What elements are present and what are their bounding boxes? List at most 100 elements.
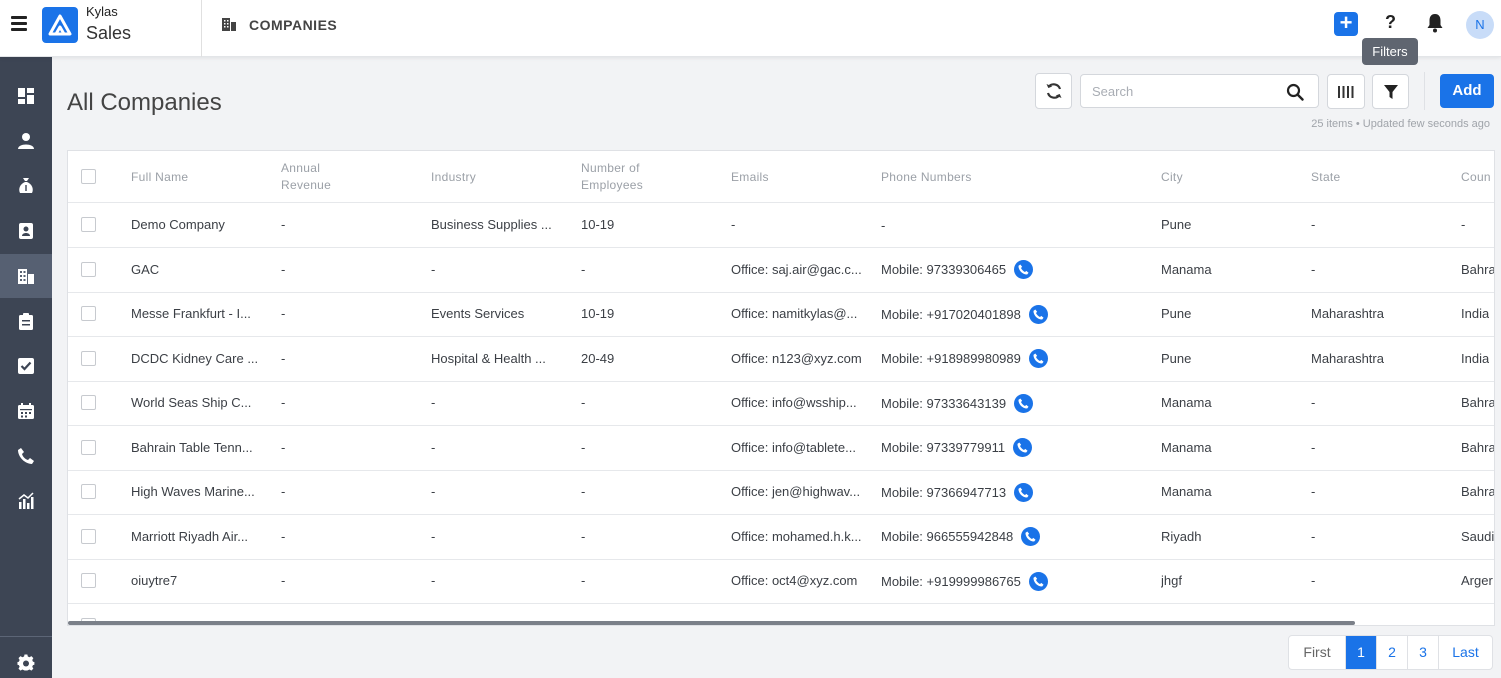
notification-bell-icon[interactable] — [1426, 13, 1444, 33]
cell-name[interactable]: DCDC Kidney Care ... — [131, 337, 258, 381]
filters-button[interactable] — [1372, 74, 1409, 109]
table-row[interactable]: Messe Frankfurt - I... - Events Services 10… — [68, 292, 1494, 337]
row-checkbox[interactable] — [81, 528, 96, 544]
cell-email: Office: namitkylas@... — [731, 306, 858, 321]
cell-name[interactable]: Marriott Riyadh Air... — [131, 515, 248, 559]
columns-button[interactable] — [1327, 74, 1365, 109]
call-icon[interactable] — [1028, 571, 1048, 591]
select-all-checkbox[interactable] — [81, 169, 96, 184]
row-checkbox[interactable] — [81, 439, 96, 455]
call-icon[interactable] — [1028, 349, 1048, 368]
call-icon[interactable] — [1014, 260, 1034, 279]
sidebar-item-tasks[interactable] — [0, 299, 52, 343]
sidebar — [0, 57, 52, 678]
cell-name[interactable]: Bahrain Table Tenn... — [131, 426, 253, 470]
table-row[interactable]: oiuytre7 - - - Office: oct4@xyz.com Mobile: +… — [68, 559, 1494, 604]
row-checkbox[interactable] — [81, 217, 96, 232]
sidebar-item-companies[interactable] — [0, 254, 52, 298]
sidebar-item-reports[interactable] — [0, 479, 52, 523]
cell-name[interactable]: Demo Company — [131, 203, 225, 247]
pagination-page-3[interactable]: 3 — [1407, 636, 1438, 669]
row-checkbox[interactable] — [81, 350, 96, 366]
column-header[interactable]: Emails — [731, 151, 769, 203]
sidebar-item-calls[interactable] — [0, 434, 52, 478]
call-icon[interactable] — [1021, 527, 1041, 546]
column-header-label: Annual Revenue — [281, 160, 331, 194]
search-input[interactable] — [1092, 75, 1282, 107]
columns-icon — [1338, 85, 1354, 98]
table-row[interactable]: World Seas Ship C... - - - Office: info@wssh… — [68, 381, 1494, 426]
hamburger-menu-icon[interactable] — [11, 16, 27, 32]
cell-name[interactable]: World Seas Ship C... — [131, 381, 251, 425]
pagination-first[interactable]: First — [1289, 636, 1345, 669]
row-checkbox[interactable] — [81, 573, 96, 588]
row-checkbox[interactable] — [81, 484, 96, 499]
cell-name[interactable]: GAC — [131, 248, 159, 292]
list-meta-info: 25 items • Updated few seconds ago — [1311, 118, 1490, 130]
sidebar-item-checklist[interactable] — [0, 344, 52, 388]
kylas-logo[interactable] — [42, 7, 78, 43]
table-row[interactable]: High Waves Marine... - - - Office: jen@highw… — [68, 470, 1494, 515]
sidebar-item-calendar[interactable] — [0, 389, 52, 433]
row-checkbox[interactable] — [81, 395, 96, 410]
column-header-line: Emails — [731, 169, 769, 184]
pagination-page-2[interactable]: 2 — [1376, 636, 1407, 669]
call-icon[interactable] — [1014, 393, 1034, 413]
cell-email: Office: saj.air@gac.c... — [731, 261, 862, 277]
phone-number: - — [881, 217, 886, 233]
sidebar-item-settings[interactable] — [0, 641, 52, 678]
cell-country: India — [1461, 306, 1490, 321]
search-icon[interactable] — [1286, 83, 1304, 101]
table-row[interactable]: Bahrain Table Tenn... - - - Office: info@tab… — [68, 426, 1494, 471]
call-icon[interactable] — [1028, 304, 1048, 324]
column-header[interactable]: Full Name — [131, 151, 188, 203]
column-header[interactable]: City — [1161, 151, 1183, 203]
sidebar-item-deals[interactable] — [0, 164, 52, 208]
table-row[interactable]: DCDC Kidney Care ... - Hospital & Health .… — [68, 337, 1494, 382]
cell-name[interactable]: Messe Frankfurt - I... — [131, 292, 251, 336]
cell-name[interactable]: High Waves Marine... — [131, 470, 255, 514]
cell-industry: Events Services — [431, 306, 525, 321]
column-header-line: Industry — [431, 169, 477, 184]
phone-number: Mobile: 966555942848 — [881, 529, 1014, 544]
column-header[interactable]: Coun — [1461, 151, 1491, 203]
table-row[interactable]: Demo Company - Business Supplies ... 10-19 -… — [68, 203, 1494, 248]
column-header[interactable]: State — [1311, 151, 1341, 203]
quick-add-plus-icon[interactable]: + — [1334, 12, 1358, 36]
companies-table: Full Name Annual Revenue Industry Number of E… — [67, 150, 1495, 626]
horizontal-scrollbar[interactable] — [68, 621, 1355, 625]
cell-employees: 10-19 — [581, 217, 615, 232]
pagination-page-1[interactable]: 1 — [1345, 636, 1376, 669]
table-row[interactable]: Marriott Riyadh Air... - - - Office: mohamed… — [68, 515, 1494, 560]
column-header[interactable]: Annual Revenue — [281, 151, 331, 203]
cell-state: - — [1311, 573, 1316, 588]
cell-state: - — [1311, 217, 1316, 232]
table-row[interactable]: GAC - - - Office: saj.air@gac.c... Mobile: 97… — [68, 248, 1494, 293]
column-header[interactable]: Phone Numbers — [881, 151, 972, 203]
sidebar-item-leads[interactable] — [0, 209, 52, 253]
help-icon[interactable]: ? — [1385, 12, 1396, 33]
cell-revenue: - — [281, 306, 286, 321]
sidebar-item-contacts[interactable] — [0, 119, 52, 163]
dashboard-icon — [18, 88, 34, 104]
cell-phone: Mobile: 966555942848 — [881, 515, 1041, 559]
cell-country: - — [1461, 217, 1466, 232]
refresh-button[interactable] — [1035, 73, 1072, 109]
add-button[interactable]: Add — [1440, 74, 1494, 108]
table-header: Full Name Annual Revenue Industry Number of E… — [68, 151, 1494, 203]
pagination-last[interactable]: Last — [1438, 636, 1492, 669]
row-checkbox[interactable] — [81, 306, 96, 321]
cell-name[interactable]: oiuytre7 — [131, 559, 177, 603]
row-checkbox[interactable] — [81, 261, 96, 277]
cell-phone: Mobile: +917020401898 — [881, 292, 1048, 336]
sidebar-item-dashboard[interactable] — [0, 74, 52, 118]
cell-revenue: - — [281, 395, 286, 410]
user-avatar[interactable]: N — [1466, 11, 1494, 39]
money-bag-icon — [19, 178, 33, 193]
cell-country: Arger — [1461, 573, 1493, 588]
column-header[interactable]: Industry — [431, 151, 476, 203]
product-name: Sales — [86, 23, 132, 43]
call-icon[interactable] — [1014, 482, 1034, 502]
column-header[interactable]: Number of Employees — [581, 151, 643, 203]
call-icon[interactable] — [1013, 438, 1033, 457]
